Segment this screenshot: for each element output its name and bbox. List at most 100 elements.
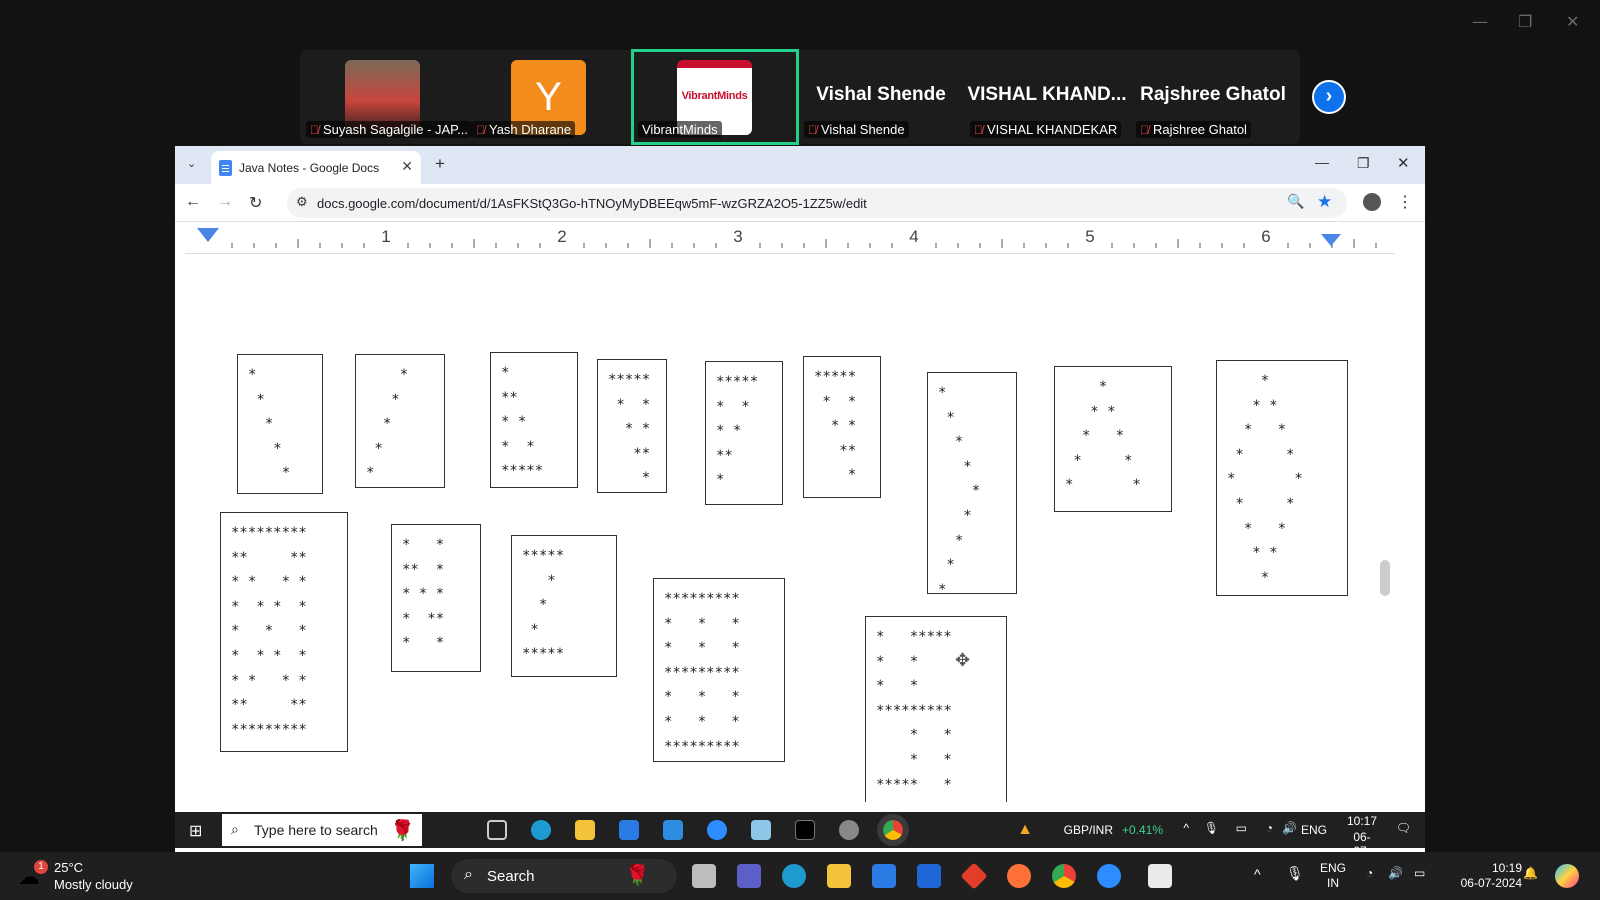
star-pattern-box: * ***** * * * * ********* * * * * ***** … <box>865 616 1007 802</box>
mic-off-icon: 🎙̸ <box>974 123 983 137</box>
language-indicator[interactable]: ENG <box>1301 823 1327 837</box>
tab-title: Java Notes - Google Docs <box>239 161 380 175</box>
task-view-icon[interactable] <box>487 820 507 840</box>
tray-chevron-icon[interactable]: ^ <box>1254 867 1261 882</box>
bookmark-star-icon[interactable]: ★ <box>1317 192 1332 212</box>
stock-icon: ▲ <box>1017 821 1033 838</box>
browser-minimize-icon[interactable]: — <box>1315 154 1329 170</box>
ruler-number: 3 <box>733 227 742 246</box>
minimize-icon[interactable]: — <box>1472 12 1488 31</box>
task-view-icon[interactable] <box>692 864 716 888</box>
zoom-app-icon[interactable] <box>1097 864 1121 888</box>
battery-icon[interactable]: ▭ <box>1414 866 1425 881</box>
kebab-menu-icon[interactable]: ⋮ <box>1397 192 1413 212</box>
store-icon[interactable] <box>872 864 896 888</box>
mic-icon[interactable]: 🎙 <box>1204 821 1219 835</box>
docs-ruler[interactable]: 1 2 3 4 5 6 <box>185 226 1395 254</box>
document-page[interactable]: * * * * * * * * * * * ** * * * * ***** ***… <box>175 254 1400 802</box>
participant-tile[interactable]: Vishal Shende 🎙̸ Vishal Shende <box>798 50 964 144</box>
snipping-tool-icon[interactable] <box>1148 864 1172 888</box>
participant-tile-active-speaker[interactable]: VibrantMinds VibrantMinds <box>631 49 799 145</box>
mic-icon[interactable]: 🎙 <box>1286 866 1304 881</box>
restore-icon[interactable]: ❐ <box>1518 12 1532 31</box>
participant-tile[interactable]: VISHAL KHAND... 🎙̸ VISHAL KHANDEKAR <box>964 50 1130 144</box>
edge-icon[interactable] <box>531 820 551 840</box>
chrome-icon[interactable] <box>877 814 909 846</box>
participant-tile[interactable]: 🎙̸ Suyash Sagalgile - JAP... <box>300 50 473 144</box>
right-indent-marker[interactable] <box>1321 234 1341 246</box>
wifi-icon[interactable]: ◔ <box>1366 866 1373 881</box>
tab-java-notes[interactable]: Java Notes - Google Docs ✕ <box>211 151 421 184</box>
star-pattern-text: * * ** * * * * * ** * * <box>402 537 445 652</box>
star-pattern-text: * ** * * * * ***** <box>501 365 544 480</box>
battery-icon[interactable]: ▭ <box>1236 821 1247 835</box>
mic-off-icon: 🎙̸ <box>808 123 817 137</box>
browser-close-icon[interactable]: ✕ <box>1397 154 1410 172</box>
file-explorer-icon[interactable] <box>827 864 851 888</box>
volume-icon[interactable]: 🔊 <box>1388 866 1403 881</box>
ruler-number: 1 <box>381 227 390 246</box>
taskbar-search[interactable]: ⌕ Search 🌹 <box>451 859 677 893</box>
browser-window: ⌄ Java Notes - Google Docs ✕ + — ❐ ✕ ← →… <box>175 146 1425 884</box>
profile-avatar[interactable] <box>1363 193 1381 211</box>
windows-start-icon[interactable]: ⊞ <box>189 821 202 841</box>
volume-icon[interactable]: 🔊 <box>1282 821 1297 835</box>
weather-widget[interactable]: ☁ 1 <box>18 860 48 889</box>
star-pattern-box: * * * * * <box>355 354 445 488</box>
close-icon[interactable]: ✕ <box>1566 12 1579 31</box>
weather-condition: Mostly cloudy <box>54 877 133 892</box>
notification-icon[interactable]: 🗨 <box>1396 821 1411 835</box>
vertical-scrollbar[interactable] <box>1380 560 1390 596</box>
address-bar-row: ← → ↻ ⚙ docs.google.com/document/d/1AsFK… <box>175 184 1425 222</box>
store-icon[interactable] <box>619 820 639 840</box>
terminal-icon[interactable] <box>795 820 815 840</box>
anydesk-icon[interactable] <box>960 862 988 890</box>
browser-restore-icon[interactable]: ❐ <box>1357 155 1370 172</box>
back-arrow-icon[interactable]: ← <box>185 193 201 211</box>
star-pattern-box: ***** * * * * ** * <box>803 356 881 498</box>
zoom-app-icon[interactable] <box>707 820 727 840</box>
file-explorer-icon[interactable] <box>575 820 595 840</box>
currency-pair[interactable]: GBP/INR <box>1064 823 1113 837</box>
participant-tile[interactable]: Y 🎙̸ Yash Dharane <box>466 50 632 144</box>
ruler-scale: 1 2 3 4 5 6 <box>197 227 1377 248</box>
eclipse-icon[interactable] <box>839 820 859 840</box>
participant-tile[interactable]: Rajshree Ghatol 🎙̸ Rajshree Ghatol <box>1130 50 1296 144</box>
language-indicator[interactable]: ENG IN <box>1318 861 1348 891</box>
zoom-magnifier-icon[interactable]: 🔍 <box>1287 193 1304 210</box>
notepad-icon[interactable] <box>751 820 771 840</box>
windows-start-icon[interactable] <box>410 864 434 888</box>
mic-off-icon: 🎙̸ <box>1140 123 1149 137</box>
site-info-icon[interactable]: ⚙ <box>296 194 308 210</box>
participant-name: Rajshree Ghatol <box>1153 122 1247 137</box>
tab-search-chevron-icon[interactable]: ⌄ <box>187 157 196 170</box>
next-participants-chevron-icon[interactable]: › <box>1312 80 1346 114</box>
notification-bell-icon[interactable]: 🔔 <box>1523 866 1538 881</box>
windows-taskbar: ☁ 1 25°C Mostly cloudy ⌕ Search 🌹 ^ 🎙 EN… <box>0 852 1600 900</box>
left-indent-marker[interactable] <box>197 228 219 242</box>
system-clock[interactable]: 10:19 06-07-2024 <box>1446 861 1522 891</box>
taskbar-search-box[interactable]: ⌕ Type here to search 🌹 <box>222 814 422 846</box>
new-tab-plus-icon[interactable]: + <box>435 154 445 174</box>
tab-bar: ⌄ Java Notes - Google Docs ✕ + — ❐ ✕ <box>175 146 1425 184</box>
star-pattern-box: ********* ** ** * * * * * * * * * * * * … <box>220 512 348 752</box>
reload-icon[interactable]: ↻ <box>249 193 262 213</box>
edge-icon[interactable] <box>782 864 806 888</box>
teams-icon[interactable] <box>737 864 761 888</box>
star-pattern-box: ********* * * * * * * ********* * * * * … <box>653 578 785 762</box>
weather-badge: 1 <box>34 860 48 874</box>
participant-name: VISHAL KHANDEKAR <box>987 122 1118 137</box>
star-pattern-text: ***** * * * * ** * <box>716 374 759 489</box>
copilot-icon[interactable] <box>1555 864 1579 888</box>
chrome-icon[interactable] <box>1052 864 1076 888</box>
tray-chevron-icon[interactable]: ^ <box>1183 821 1189 835</box>
firefox-icon[interactable] <box>1007 864 1031 888</box>
prime-video-icon[interactable] <box>917 864 941 888</box>
url-text: docs.google.com/document/d/1AsFKStQ3Go-h… <box>317 196 867 211</box>
wifi-icon[interactable]: ◔ <box>1266 821 1273 835</box>
url-omnibox[interactable]: ⚙ docs.google.com/document/d/1AsFKStQ3Go… <box>287 188 1347 218</box>
tab-close-icon[interactable]: ✕ <box>401 158 413 175</box>
star-pattern-box: * * * * * * * * * * * * * * * * <box>1216 360 1348 596</box>
forward-arrow-icon[interactable]: → <box>217 193 233 211</box>
mail-icon[interactable] <box>663 820 683 840</box>
